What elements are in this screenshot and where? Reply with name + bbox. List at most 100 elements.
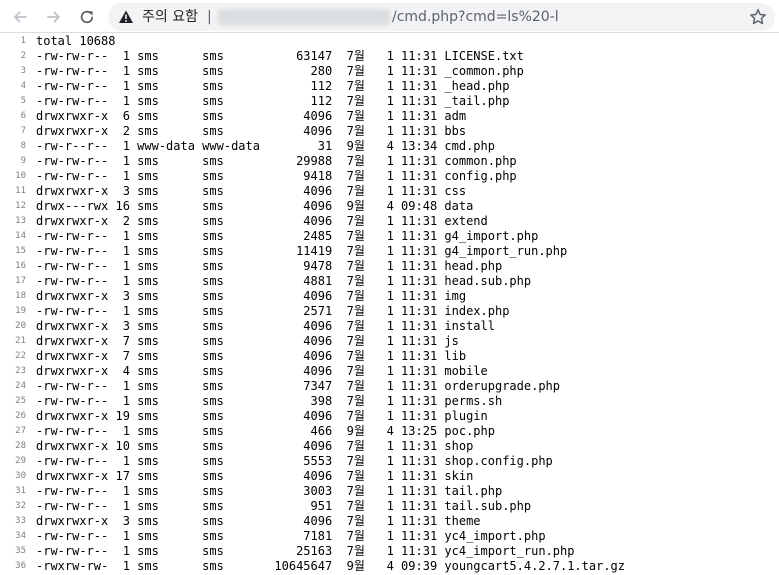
line-number: 12 [15,201,26,211]
source-line: 1 total 10688 [0,34,779,49]
line-number: 34 [15,531,26,541]
line-text: drwxrwxr-x 2 sms sms 4096 7월 1 11:31 bbs [36,124,467,138]
line-number: 16 [15,261,26,271]
url-path[interactable]: /cmd.php?cmd=ls%20-l [392,8,559,26]
line-text: -rw-rw-r-- 1 sms sms 9418 7월 1 11:31 con… [36,169,517,183]
line-number: 36 [15,561,26,571]
line-number: 32 [15,501,26,511]
line-text: drwxrwxr-x 3 sms sms 4096 7월 1 11:31 img [36,289,467,303]
line-number: 25 [15,396,26,406]
source-line: 9 -rw-rw-r-- 1 sms sms 29988 7월 1 11:31 c… [0,154,779,169]
line-text: drwxrwxr-x 3 sms sms 4096 7월 1 11:31 ins… [36,319,495,333]
warning-triangle-icon[interactable] [118,9,134,25]
source-view: 1 total 10688 2 -rw-rw-r-- 1 sms sms 63147 … [0,34,779,575]
line-text: drwxrwxr-x 7 sms sms 4096 7월 1 11:31 js [36,334,459,348]
line-text: -rw-rw-r-- 1 sms sms 4881 7월 1 11:31 hea… [36,274,532,288]
source-line: 14 -rw-rw-r-- 1 sms sms 2485 7월 1 11:31 g… [0,229,779,244]
source-line: 31 -rw-rw-r-- 1 sms sms 3003 7월 1 11:31 t… [0,484,779,499]
url-separator: | [207,9,212,25]
line-number: 2 [20,51,26,61]
source-line: 10 -rw-rw-r-- 1 sms sms 9418 7월 1 11:31 c… [0,169,779,184]
source-line: 29 -rw-rw-r-- 1 sms sms 5553 7월 1 11:31 s… [0,454,779,469]
security-status-label[interactable]: 주의 요함 [142,8,198,26]
line-text: -rw-rw-r-- 1 sms sms 29988 7월 1 11:31 co… [36,154,517,168]
line-number: 33 [15,516,26,526]
line-text: drwxrwxr-x 4 sms sms 4096 7월 1 11:31 mob… [36,364,488,378]
source-line: 11 drwxrwxr-x 3 sms sms 4096 7월 1 11:31 c… [0,184,779,199]
line-number: 9 [20,156,26,166]
line-text: drwxrwxr-x 17 sms sms 4096 7월 1 11:31 sk… [36,469,474,483]
source-line: 25 -rw-rw-r-- 1 sms sms 398 7월 1 11:31 pe… [0,394,779,409]
source-line: 22 drwxrwxr-x 7 sms sms 4096 7월 1 11:31 l… [0,349,779,364]
line-number: 3 [20,66,26,76]
line-text: -rw-rw-r-- 1 sms sms 2571 7월 1 11:31 ind… [36,304,510,318]
source-line: 8 -rw-r--r-- 1 www-data www-data 31 9월 4 … [0,139,779,154]
line-text: -rw-rw-r-- 1 sms sms 398 7월 1 11:31 perm… [36,394,503,408]
source-line: 6 drwxrwxr-x 6 sms sms 4096 7월 1 11:31 ad… [0,109,779,124]
browser-toolbar: 주의 요함 | /cmd.php?cmd=ls%20-l [0,0,779,33]
line-number: 13 [15,216,26,226]
line-text: -rw-rw-r-- 1 sms sms 466 9월 4 13:25 poc.… [36,424,495,438]
source-line: 17 -rw-rw-r-- 1 sms sms 4881 7월 1 11:31 h… [0,274,779,289]
line-text: -rw-rw-r-- 1 sms sms 7181 7월 1 11:31 yc4… [36,529,546,543]
source-line: 27 -rw-rw-r-- 1 sms sms 466 9월 4 13:25 po… [0,424,779,439]
address-bar[interactable]: 주의 요함 | /cmd.php?cmd=ls%20-l [108,3,775,31]
source-line: 26 drwxrwxr-x 19 sms sms 4096 7월 1 11:31 … [0,409,779,424]
line-number: 4 [20,81,26,91]
line-text: -rwxrw-rw- 1 sms sms 10645647 9월 4 09:39… [36,559,626,573]
line-number: 26 [15,411,26,421]
line-text: drwxrwxr-x 3 sms sms 4096 7월 1 11:31 the… [36,514,481,528]
line-number: 29 [15,456,26,466]
line-number: 28 [15,441,26,451]
star-icon[interactable] [749,8,767,26]
line-text: -rw-rw-r-- 1 sms sms 280 7월 1 11:31 _com… [36,64,524,78]
line-number: 7 [20,126,26,136]
source-line: 32 -rw-rw-r-- 1 sms sms 951 7월 1 11:31 ta… [0,499,779,514]
line-text: -rw-rw-r-- 1 sms sms 112 7월 1 11:31 _tai… [36,94,510,108]
line-text: -rw-rw-r-- 1 sms sms 25163 7월 1 11:31 yc… [36,544,575,558]
source-line: 2 -rw-rw-r-- 1 sms sms 63147 7월 1 11:31 L… [0,49,779,64]
line-number: 19 [15,306,26,316]
source-line: 21 drwxrwxr-x 7 sms sms 4096 7월 1 11:31 j… [0,334,779,349]
source-line: 23 drwxrwxr-x 4 sms sms 4096 7월 1 11:31 m… [0,364,779,379]
reload-icon[interactable] [75,5,99,29]
source-line: 30 drwxrwxr-x 17 sms sms 4096 7월 1 11:31 … [0,469,779,484]
source-line: 28 drwxrwxr-x 10 sms sms 4096 7월 1 11:31 … [0,439,779,454]
line-text: -rw-rw-r-- 1 sms sms 11419 7월 1 11:31 g4… [36,244,568,258]
line-text: -rw-rw-r-- 1 sms sms 5553 7월 1 11:31 sho… [36,454,553,468]
source-line: 16 -rw-rw-r-- 1 sms sms 9478 7월 1 11:31 h… [0,259,779,274]
line-number: 8 [20,141,26,151]
line-text: drwxrwxr-x 7 sms sms 4096 7월 1 11:31 lib [36,349,467,363]
source-line: 12 drwx---rwx 16 sms sms 4096 9월 4 09:48 … [0,199,779,214]
line-number: 18 [15,291,26,301]
source-line: 5 -rw-rw-r-- 1 sms sms 112 7월 1 11:31 _ta… [0,94,779,109]
line-text: drwxrwxr-x 10 sms sms 4096 7월 1 11:31 sh… [36,439,474,453]
line-text: -rw-rw-r-- 1 sms sms 112 7월 1 11:31 _hea… [36,79,510,93]
source-line: 34 -rw-rw-r-- 1 sms sms 7181 7월 1 11:31 y… [0,529,779,544]
line-number: 20 [15,321,26,331]
line-number: 21 [15,336,26,346]
forward-arrow-icon[interactable] [42,5,66,29]
line-text: -rw-rw-r-- 1 sms sms 2485 7월 1 11:31 g4_… [36,229,539,243]
line-text: drwxrwxr-x 3 sms sms 4096 7월 1 11:31 css [36,184,467,198]
line-text: -rw-rw-r-- 1 sms sms 9478 7월 1 11:31 hea… [36,259,503,273]
source-line: 20 drwxrwxr-x 3 sms sms 4096 7월 1 11:31 i… [0,319,779,334]
line-number: 23 [15,366,26,376]
source-line: 4 -rw-rw-r-- 1 sms sms 112 7월 1 11:31 _he… [0,79,779,94]
line-number: 17 [15,276,26,286]
line-text: drwxrwxr-x 6 sms sms 4096 7월 1 11:31 adm [36,109,467,123]
line-number: 27 [15,426,26,436]
source-line: 19 -rw-rw-r-- 1 sms sms 2571 7월 1 11:31 i… [0,304,779,319]
redacted-host [218,9,390,25]
back-arrow-icon[interactable] [8,5,32,29]
source-line: 33 drwxrwxr-x 3 sms sms 4096 7월 1 11:31 t… [0,514,779,529]
line-text: -rw-rw-r-- 1 sms sms 63147 7월 1 11:31 LI… [36,49,524,63]
line-text: total 10688 [36,34,116,48]
line-number: 11 [15,186,26,196]
source-line: 3 -rw-rw-r-- 1 sms sms 280 7월 1 11:31 _co… [0,64,779,79]
line-text: -rw-rw-r-- 1 sms sms 951 7월 1 11:31 tail… [36,499,532,513]
line-text: drwx---rwx 16 sms sms 4096 9월 4 09:48 da… [36,199,474,213]
source-line: 13 drwxrwxr-x 2 sms sms 4096 7월 1 11:31 e… [0,214,779,229]
line-number: 14 [15,231,26,241]
source-line: 15 -rw-rw-r-- 1 sms sms 11419 7월 1 11:31 … [0,244,779,259]
